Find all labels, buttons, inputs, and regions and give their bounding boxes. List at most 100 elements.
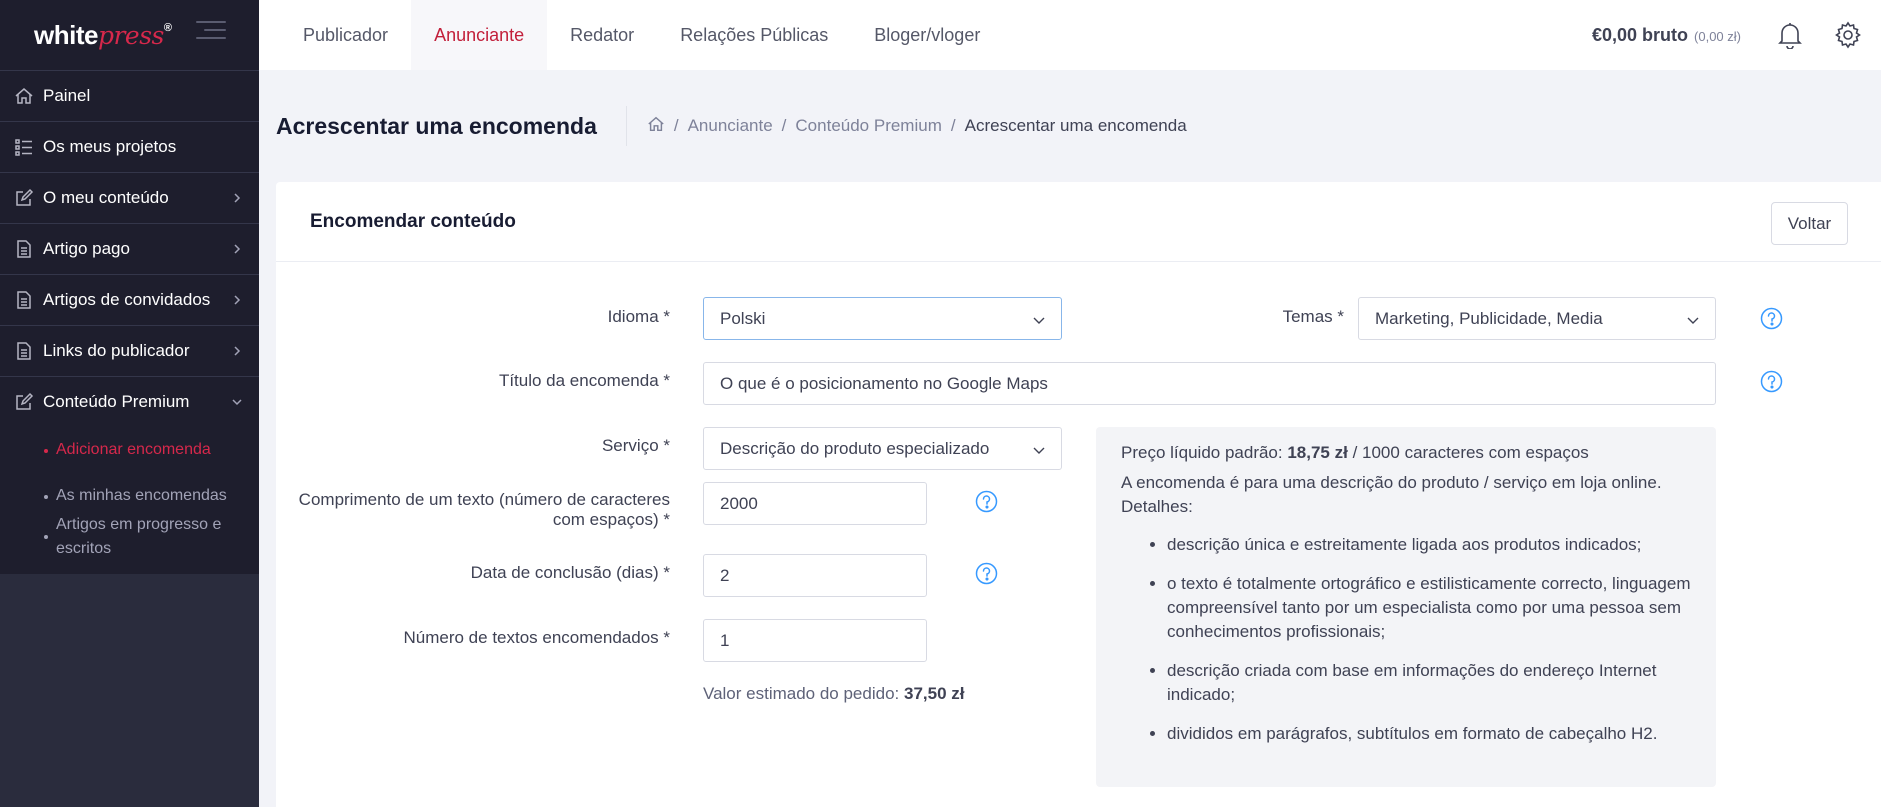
gear-icon [1835, 21, 1861, 49]
price-label: Preço líquido padrão: [1121, 443, 1283, 462]
tab-anunciante[interactable]: Anunciante [411, 0, 548, 70]
sidebar-item-label: Os meus projetos [43, 137, 177, 156]
text-length-input[interactable]: 2000 [703, 482, 927, 525]
logo-script: press [97, 20, 164, 50]
edit-icon [14, 392, 34, 412]
sidebar-item-label: O meu conteúdo [43, 188, 169, 207]
top-tabs: Publicador Anunciante Redator Relações P… [280, 0, 1003, 70]
tab-bloger-vloger[interactable]: Bloger/vloger [851, 0, 1003, 70]
order-title-input[interactable]: O que é o posicionamento no Google Maps [703, 362, 1716, 405]
sidebar-subnav: Adicionar encomenda As minhas encomendas… [0, 427, 259, 574]
breadcrumb-separator: / [950, 116, 956, 135]
sidebar-item-label: Artigos de convidados [43, 290, 211, 309]
notifications-button[interactable] [1765, 10, 1815, 60]
service-select[interactable]: Descrição do produto especializado [703, 427, 1062, 470]
logo-mark: ® [163, 21, 172, 34]
language-selected-value: Polski [720, 308, 766, 328]
breadcrumb: / Anunciante / Conteúdo Premium / Acresc… [647, 115, 1187, 138]
chevron-down-icon [232, 399, 242, 406]
text-count-label: Número de textos encomendados * [403, 628, 671, 647]
home-icon [14, 86, 34, 106]
sidebar-item-projetos[interactable]: Os meus projetos [0, 121, 259, 172]
topics-selected-value: Marketing, Publicidade, Media [1375, 308, 1603, 328]
sidebar: whitepress® Painel Os meus projetos O me… [0, 0, 259, 807]
bullet-dot [44, 535, 48, 539]
bell-icon [1778, 23, 1802, 49]
tab-publicador[interactable]: Publicador [280, 0, 411, 70]
document-icon [14, 290, 34, 310]
topbar-right: €0,00 bruto (0,00 zł) [1592, 0, 1881, 70]
help-icon[interactable] [1760, 307, 1783, 330]
price-line: Preço líquido padrão: 18,75 zł / 1000 ca… [1121, 441, 1691, 465]
breadcrumb-current: Acrescentar uma encomenda [964, 116, 1187, 135]
chevron-down-icon [1033, 447, 1045, 454]
divider [625, 106, 627, 146]
chevron-right-icon [234, 346, 241, 356]
help-icon[interactable] [975, 562, 998, 585]
deadline-label: Data de conclusão (dias) * [470, 563, 670, 582]
breadcrumb-item[interactable]: Conteúdo Premium [795, 116, 941, 136]
sidebar-item-links-publicador[interactable]: Links do publicador [0, 325, 259, 376]
logo-word: white [34, 19, 98, 50]
service-info-box: Preço líquido padrão: 18,75 zł / 1000 ca… [1096, 427, 1716, 787]
deadline-input[interactable]: 2 [703, 554, 927, 597]
menu-toggle-icon[interactable] [196, 21, 226, 43]
text-length-label-line2: com espaços) * [552, 510, 670, 529]
brand-logo[interactable]: whitepress® [34, 19, 172, 51]
home-icon [648, 116, 664, 131]
text-count-input[interactable]: 1 [703, 619, 927, 662]
sidebar-item-label: Links do publicador [43, 341, 190, 360]
sidebar-item-meu-conteudo[interactable]: O meu conteúdo [0, 172, 259, 223]
topics-select[interactable]: Marketing, Publicidade, Media [1358, 297, 1716, 340]
help-icon[interactable] [1760, 370, 1783, 393]
service-selected-value: Descrição do produto especializado [720, 438, 990, 458]
breadcrumb-home[interactable] [647, 115, 665, 138]
chevron-down-icon [1687, 317, 1699, 324]
edit-icon [14, 188, 34, 208]
document-icon [14, 239, 34, 259]
sidebar-subitem-artigos-progresso[interactable]: Artigos em progresso e escritos [0, 508, 259, 566]
sidebar-nav: Painel Os meus projetos O meu conteúdo A… [0, 70, 259, 574]
service-description: A encomenda é para uma descrição do prod… [1121, 473, 1662, 492]
card-title: Encomendar conteúdo [310, 210, 516, 232]
sidebar-item-conteudo-premium[interactable]: Conteúdo Premium [0, 376, 259, 427]
chevron-right-icon [234, 295, 241, 305]
tab-redator[interactable]: Redator [547, 0, 657, 70]
price-value: 18,75 zł [1287, 443, 1348, 462]
sidebar-item-artigo-pago[interactable]: Artigo pago [0, 223, 259, 274]
deadline-value: 2 [720, 565, 730, 585]
sidebar-subitem-label: As minhas encomendas [56, 487, 227, 504]
settings-button[interactable] [1823, 10, 1873, 60]
topics-label: Temas * [1282, 307, 1344, 326]
sidebar-item-label: Conteúdo Premium [43, 392, 190, 411]
sidebar-subitem-adicionar[interactable]: Adicionar encomenda [0, 427, 259, 472]
card-header: Encomendar conteúdo Voltar [276, 182, 1881, 262]
sidebar-subitem-minhas-encomendas[interactable]: As minhas encomendas [0, 472, 259, 508]
brand-header: whitepress® [0, 0, 259, 70]
price-unit: / 1000 caracteres com espaços [1352, 443, 1589, 462]
sidebar-item-label: Painel [43, 86, 91, 105]
bullet-dot [44, 449, 48, 453]
sidebar-item-painel[interactable]: Painel [0, 70, 259, 121]
sidebar-item-label: Artigo pago [43, 239, 130, 258]
text-length-value: 2000 [720, 493, 758, 513]
sidebar-subitem-label: Artigos em progresso e escritos [56, 516, 222, 557]
service-label: Serviço * [601, 436, 670, 455]
list-item: descrição única e estreitamente ligada a… [1167, 533, 1691, 557]
breadcrumb-item[interactable]: Anunciante [688, 116, 773, 136]
estimate-amount: 37,50 zł [904, 684, 965, 703]
help-icon[interactable] [975, 490, 998, 513]
breadcrumb-separator: / [673, 116, 679, 135]
order-title-value: O que é o posicionamento no Google Maps [720, 373, 1048, 393]
language-select[interactable]: Polski [703, 297, 1062, 340]
balance-secondary: (0,00 zł) [1694, 28, 1741, 44]
sidebar-item-artigos-convidados[interactable]: Artigos de convidados [0, 274, 259, 325]
back-button[interactable]: Voltar [1771, 202, 1848, 245]
account-balance[interactable]: €0,00 bruto (0,00 zł) [1592, 25, 1741, 46]
tab-relacoes-publicas[interactable]: Relações Públicas [657, 0, 851, 70]
list-item: o texto é totalmente ortográfico e estil… [1167, 572, 1691, 644]
estimated-value: Valor estimado do pedido: 37,50 zł [703, 684, 965, 704]
text-length-label-line1: Comprimento de um texto (número de carac… [298, 490, 670, 509]
breadcrumb-separator: / [781, 116, 787, 135]
list-item: descrição criada com base em informações… [1167, 659, 1691, 707]
